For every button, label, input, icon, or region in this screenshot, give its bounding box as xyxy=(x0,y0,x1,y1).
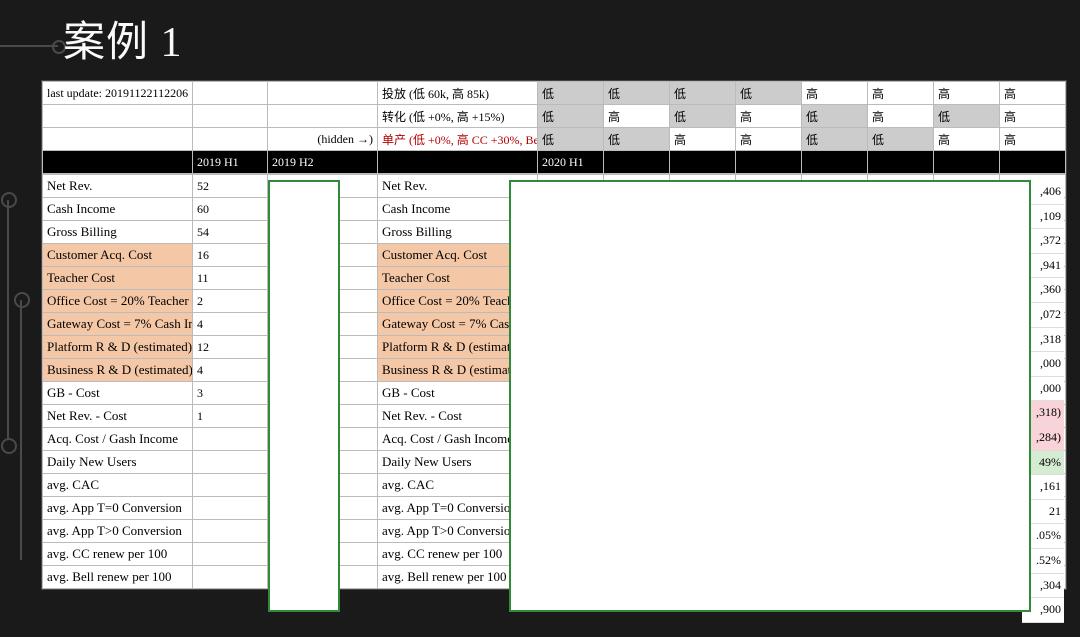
level-cell: 低 xyxy=(538,128,604,151)
level-cell: 低 xyxy=(868,128,934,151)
value-2019h1: 4 xyxy=(193,359,268,382)
hdr-row-3: (hidden →) 单产 (低 +0%, 高 CC +30%, Bell + … xyxy=(43,128,1066,151)
period-b: 2019 H2 xyxy=(268,151,378,174)
row-label: Cash Income xyxy=(43,198,193,221)
value-2019h1: 16 xyxy=(193,244,268,267)
level-cell: 低 xyxy=(604,82,670,105)
period-a: 2019 H1 xyxy=(193,151,268,174)
row-label: GB - Cost xyxy=(43,382,193,405)
period-row: 2019 H1 2019 H2 2020 H1 xyxy=(43,151,1066,174)
level-cell: 低 xyxy=(802,105,868,128)
value-2019h1 xyxy=(193,566,268,589)
value-2019h1: 11 xyxy=(193,267,268,290)
value-2019h1: 60 xyxy=(193,198,268,221)
deco-line xyxy=(20,300,22,560)
level-cell: 低 xyxy=(670,82,736,105)
overlay-box-right xyxy=(509,180,1031,612)
row-label: Teacher Cost xyxy=(43,267,193,290)
row-label: avg. App T>0 Conversion xyxy=(43,520,193,543)
row-label: Net Rev. - Cost xyxy=(43,405,193,428)
level-cell: 低 xyxy=(538,82,604,105)
value-2019h1 xyxy=(193,451,268,474)
value-2019h1: 4 xyxy=(193,313,268,336)
deco-dot xyxy=(1,438,17,454)
deco-dot xyxy=(1,192,17,208)
row-label: Net Rev. xyxy=(43,175,193,198)
overlay-box-left xyxy=(268,180,340,612)
level-cell: 低 xyxy=(802,128,868,151)
value-2019h1 xyxy=(193,428,268,451)
value-2019h1 xyxy=(193,497,268,520)
level-cell: 高 xyxy=(670,128,736,151)
value-2019h1: 52 xyxy=(193,175,268,198)
row-label: Business R & D (estimated) xyxy=(43,359,193,382)
deco-line xyxy=(7,200,9,440)
value-2019h1: 1 xyxy=(193,405,268,428)
row-label: Daily New Users xyxy=(43,451,193,474)
row-label: avg. CAC xyxy=(43,474,193,497)
level-cell: 高 xyxy=(736,128,802,151)
level-cell: 高 xyxy=(868,105,934,128)
level-cell: 高 xyxy=(1000,128,1066,151)
value-2019h1 xyxy=(193,543,268,566)
row-label: Office Cost = 20% Teacher xyxy=(43,290,193,313)
deco-line xyxy=(0,45,58,47)
level-cell: 低 xyxy=(736,82,802,105)
row-label: Gateway Cost = 7% Cash In xyxy=(43,313,193,336)
period-c: 2020 H1 xyxy=(538,151,604,174)
title-text: 案例 xyxy=(63,20,149,66)
level-cell: 高 xyxy=(736,105,802,128)
hidden-marker: (hidden →) xyxy=(268,128,378,151)
level-cell: 高 xyxy=(934,82,1000,105)
slide-stage: 案例 1 last update: 20191122112206 投放 (低 6… xyxy=(0,0,1080,637)
slide-title: 案例 1 xyxy=(63,8,183,69)
level-cell: 高 xyxy=(1000,82,1066,105)
row-label: Platform R & D (estimated) xyxy=(43,336,193,359)
row-label: Gross Billing xyxy=(43,221,193,244)
level-cell: 高 xyxy=(802,82,868,105)
level-cell: 低 xyxy=(934,105,1000,128)
scenario-2-label: 转化 (低 +0%, 高 +15%) xyxy=(378,105,538,128)
level-cell: 低 xyxy=(604,128,670,151)
title-number: 1 xyxy=(161,20,183,66)
row-label: Customer Acq. Cost xyxy=(43,244,193,267)
value-2019h1: 2 xyxy=(193,290,268,313)
row-label: Acq. Cost / Gash Income xyxy=(43,428,193,451)
hdr-row-1: last update: 20191122112206 投放 (低 60k, 高… xyxy=(43,82,1066,105)
level-cell: 高 xyxy=(934,128,1000,151)
scenario-1-label: 投放 (低 60k, 高 85k) xyxy=(378,82,538,105)
row-label: avg. CC renew per 100 xyxy=(43,543,193,566)
row-label: avg. Bell renew per 100 xyxy=(43,566,193,589)
value-2019h1 xyxy=(193,520,268,543)
deco-dot xyxy=(14,292,30,308)
value-2019h1: 54 xyxy=(193,221,268,244)
value-2019h1 xyxy=(193,474,268,497)
value-2019h1: 3 xyxy=(193,382,268,405)
level-cell: 低 xyxy=(670,105,736,128)
level-cell: 高 xyxy=(604,105,670,128)
level-cell: 低 xyxy=(538,105,604,128)
scenario-3-label: 单产 (低 +0%, 高 CC +30%, Bell + 70%) xyxy=(378,128,538,151)
value-2019h1: 12 xyxy=(193,336,268,359)
header-table: last update: 20191122112206 投放 (低 60k, 高… xyxy=(42,81,1066,174)
last-update-cell: last update: 20191122112206 xyxy=(43,82,193,105)
hdr-row-2: 转化 (低 +0%, 高 +15%) 低 高 低 高 低 高 低 高 xyxy=(43,105,1066,128)
level-cell: 高 xyxy=(1000,105,1066,128)
level-cell: 高 xyxy=(868,82,934,105)
row-label: avg. App T=0 Conversion xyxy=(43,497,193,520)
